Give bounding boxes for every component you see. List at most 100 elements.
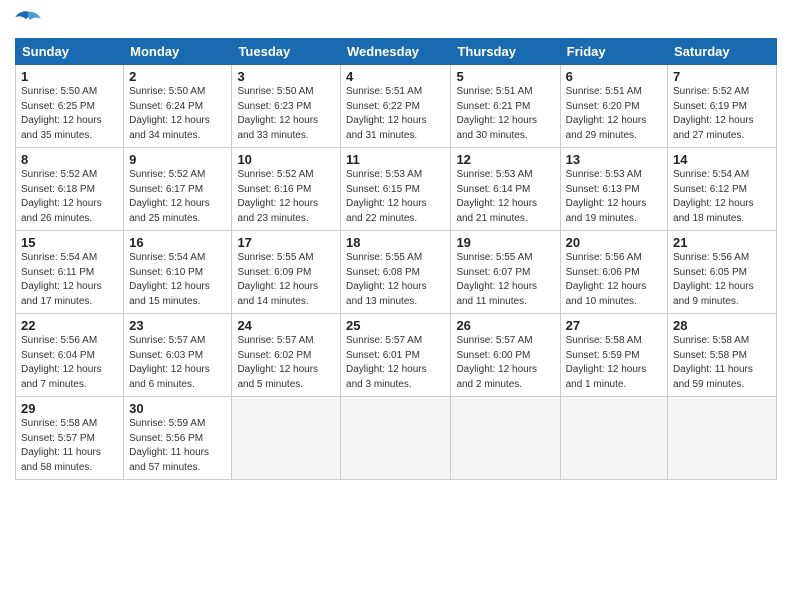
day-number: 21 [673,235,771,250]
day-info: Sunrise: 5:58 AM Sunset: 5:58 PM Dayligh… [673,334,771,392]
calendar-week-row: 8Sunrise: 5:52 AM Sunset: 6:18 PM Daylig… [16,148,777,231]
day-number: 3 [237,69,335,84]
calendar-week-row: 22Sunrise: 5:56 AM Sunset: 6:04 PM Dayli… [16,314,777,397]
day-number: 22 [21,318,118,333]
calendar-cell: 9Sunrise: 5:52 AM Sunset: 6:17 PM Daylig… [124,148,232,231]
calendar-cell: 30Sunrise: 5:59 AM Sunset: 5:56 PM Dayli… [124,397,232,480]
day-info: Sunrise: 5:54 AM Sunset: 6:10 PM Dayligh… [129,251,226,309]
calendar-day-header: Thursday [451,39,560,65]
day-info: Sunrise: 5:53 AM Sunset: 6:14 PM Dayligh… [456,168,554,226]
day-number: 8 [21,152,118,167]
calendar-cell: 5Sunrise: 5:51 AM Sunset: 6:21 PM Daylig… [451,65,560,148]
calendar-cell: 10Sunrise: 5:52 AM Sunset: 6:16 PM Dayli… [232,148,341,231]
day-info: Sunrise: 5:52 AM Sunset: 6:19 PM Dayligh… [673,85,771,143]
day-info: Sunrise: 5:55 AM Sunset: 6:08 PM Dayligh… [346,251,445,309]
day-info: Sunrise: 5:58 AM Sunset: 5:59 PM Dayligh… [566,334,662,392]
calendar-cell: 11Sunrise: 5:53 AM Sunset: 6:15 PM Dayli… [341,148,451,231]
day-number: 29 [21,401,118,416]
day-info: Sunrise: 5:57 AM Sunset: 6:03 PM Dayligh… [129,334,226,392]
day-info: Sunrise: 5:54 AM Sunset: 6:12 PM Dayligh… [673,168,771,226]
day-info: Sunrise: 5:58 AM Sunset: 5:57 PM Dayligh… [21,417,118,475]
day-number: 5 [456,69,554,84]
calendar-cell: 17Sunrise: 5:55 AM Sunset: 6:09 PM Dayli… [232,231,341,314]
calendar-day-header: Tuesday [232,39,341,65]
day-info: Sunrise: 5:52 AM Sunset: 6:17 PM Dayligh… [129,168,226,226]
calendar-week-row: 1Sunrise: 5:50 AM Sunset: 6:25 PM Daylig… [16,65,777,148]
calendar-cell: 19Sunrise: 5:55 AM Sunset: 6:07 PM Dayli… [451,231,560,314]
calendar-cell: 26Sunrise: 5:57 AM Sunset: 6:00 PM Dayli… [451,314,560,397]
page-header [15,10,777,30]
calendar-cell: 4Sunrise: 5:51 AM Sunset: 6:22 PM Daylig… [341,65,451,148]
day-number: 13 [566,152,662,167]
day-number: 27 [566,318,662,333]
calendar-cell [451,397,560,480]
day-number: 19 [456,235,554,250]
day-info: Sunrise: 5:52 AM Sunset: 6:16 PM Dayligh… [237,168,335,226]
calendar-cell: 6Sunrise: 5:51 AM Sunset: 6:20 PM Daylig… [560,65,667,148]
calendar-cell: 16Sunrise: 5:54 AM Sunset: 6:10 PM Dayli… [124,231,232,314]
day-number: 17 [237,235,335,250]
day-number: 9 [129,152,226,167]
day-info: Sunrise: 5:51 AM Sunset: 6:22 PM Dayligh… [346,85,445,143]
day-info: Sunrise: 5:51 AM Sunset: 6:20 PM Dayligh… [566,85,662,143]
calendar-cell: 7Sunrise: 5:52 AM Sunset: 6:19 PM Daylig… [668,65,777,148]
calendar-cell: 8Sunrise: 5:52 AM Sunset: 6:18 PM Daylig… [16,148,124,231]
calendar-week-row: 15Sunrise: 5:54 AM Sunset: 6:11 PM Dayli… [16,231,777,314]
day-info: Sunrise: 5:56 AM Sunset: 6:05 PM Dayligh… [673,251,771,309]
logo [15,10,47,30]
calendar-week-row: 29Sunrise: 5:58 AM Sunset: 5:57 PM Dayli… [16,397,777,480]
calendar-cell: 20Sunrise: 5:56 AM Sunset: 6:06 PM Dayli… [560,231,667,314]
day-number: 11 [346,152,445,167]
calendar-table: SundayMondayTuesdayWednesdayThursdayFrid… [15,38,777,480]
day-number: 18 [346,235,445,250]
calendar-cell [560,397,667,480]
day-info: Sunrise: 5:50 AM Sunset: 6:24 PM Dayligh… [129,85,226,143]
day-number: 6 [566,69,662,84]
calendar-cell: 12Sunrise: 5:53 AM Sunset: 6:14 PM Dayli… [451,148,560,231]
calendar-cell: 13Sunrise: 5:53 AM Sunset: 6:13 PM Dayli… [560,148,667,231]
day-number: 14 [673,152,771,167]
day-info: Sunrise: 5:56 AM Sunset: 6:04 PM Dayligh… [21,334,118,392]
day-number: 4 [346,69,445,84]
day-info: Sunrise: 5:56 AM Sunset: 6:06 PM Dayligh… [566,251,662,309]
day-number: 24 [237,318,335,333]
day-info: Sunrise: 5:51 AM Sunset: 6:21 PM Dayligh… [456,85,554,143]
day-number: 2 [129,69,226,84]
calendar-cell: 23Sunrise: 5:57 AM Sunset: 6:03 PM Dayli… [124,314,232,397]
day-number: 16 [129,235,226,250]
day-info: Sunrise: 5:50 AM Sunset: 6:23 PM Dayligh… [237,85,335,143]
calendar-day-header: Friday [560,39,667,65]
day-info: Sunrise: 5:55 AM Sunset: 6:07 PM Dayligh… [456,251,554,309]
calendar-cell: 21Sunrise: 5:56 AM Sunset: 6:05 PM Dayli… [668,231,777,314]
calendar-cell: 15Sunrise: 5:54 AM Sunset: 6:11 PM Dayli… [16,231,124,314]
calendar-cell: 22Sunrise: 5:56 AM Sunset: 6:04 PM Dayli… [16,314,124,397]
day-info: Sunrise: 5:59 AM Sunset: 5:56 PM Dayligh… [129,417,226,475]
day-number: 30 [129,401,226,416]
calendar-day-header: Monday [124,39,232,65]
day-number: 1 [21,69,118,84]
day-number: 23 [129,318,226,333]
day-info: Sunrise: 5:57 AM Sunset: 6:02 PM Dayligh… [237,334,335,392]
day-info: Sunrise: 5:54 AM Sunset: 6:11 PM Dayligh… [21,251,118,309]
calendar-cell [341,397,451,480]
calendar-cell: 28Sunrise: 5:58 AM Sunset: 5:58 PM Dayli… [668,314,777,397]
day-info: Sunrise: 5:52 AM Sunset: 6:18 PM Dayligh… [21,168,118,226]
logo-bird-icon [15,10,43,30]
calendar-day-header: Saturday [668,39,777,65]
day-number: 10 [237,152,335,167]
calendar-cell: 25Sunrise: 5:57 AM Sunset: 6:01 PM Dayli… [341,314,451,397]
day-number: 15 [21,235,118,250]
calendar-cell: 2Sunrise: 5:50 AM Sunset: 6:24 PM Daylig… [124,65,232,148]
day-info: Sunrise: 5:55 AM Sunset: 6:09 PM Dayligh… [237,251,335,309]
day-info: Sunrise: 5:57 AM Sunset: 6:01 PM Dayligh… [346,334,445,392]
day-info: Sunrise: 5:50 AM Sunset: 6:25 PM Dayligh… [21,85,118,143]
calendar-cell: 18Sunrise: 5:55 AM Sunset: 6:08 PM Dayli… [341,231,451,314]
calendar-cell [232,397,341,480]
calendar-cell: 24Sunrise: 5:57 AM Sunset: 6:02 PM Dayli… [232,314,341,397]
day-number: 28 [673,318,771,333]
calendar-day-header: Wednesday [341,39,451,65]
calendar-cell: 29Sunrise: 5:58 AM Sunset: 5:57 PM Dayli… [16,397,124,480]
day-number: 20 [566,235,662,250]
calendar-cell: 1Sunrise: 5:50 AM Sunset: 6:25 PM Daylig… [16,65,124,148]
calendar-cell [668,397,777,480]
